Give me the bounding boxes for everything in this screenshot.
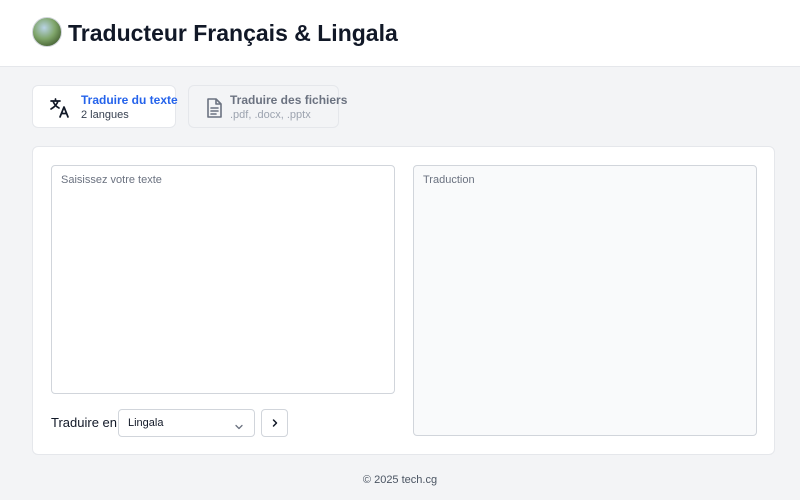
translation-output: Traduction bbox=[413, 165, 757, 436]
footer-text: © 2025 tech.cg bbox=[362, 474, 438, 486]
tab-translate-files[interactable]: Traduire des fichiers .pdf, .docx, .pptx bbox=[188, 85, 347, 128]
translate-to-label: Traduire en bbox=[51, 415, 117, 430]
source-text-input[interactable] bbox=[51, 165, 395, 394]
selected-language: Lingala bbox=[128, 417, 164, 429]
translation-card: Traduction Traduire en Lingala bbox=[32, 146, 775, 455]
app-logo bbox=[32, 17, 62, 47]
tab-sublabel: .pdf, .docx, .pptx bbox=[230, 109, 311, 121]
app-header: Traducteur Français & Lingala bbox=[0, 0, 800, 67]
translate-button[interactable] bbox=[261, 409, 288, 437]
page-title: Traducteur Français & Lingala bbox=[68, 20, 398, 46]
translation-placeholder: Traduction bbox=[423, 174, 475, 186]
tab-translate-text[interactable]: Traduire du texte 2 langues bbox=[32, 85, 178, 128]
tab-sublabel: 2 langues bbox=[81, 109, 129, 121]
footer: © 2025 tech.cg bbox=[0, 474, 800, 486]
tab-label: Traduire des fichiers bbox=[230, 93, 348, 107]
target-language-select[interactable]: Lingala bbox=[118, 409, 255, 437]
tab-label: Traduire du texte bbox=[81, 93, 178, 107]
translate-icon bbox=[48, 96, 72, 120]
chevron-down-icon bbox=[234, 419, 244, 430]
document-icon bbox=[202, 96, 226, 120]
